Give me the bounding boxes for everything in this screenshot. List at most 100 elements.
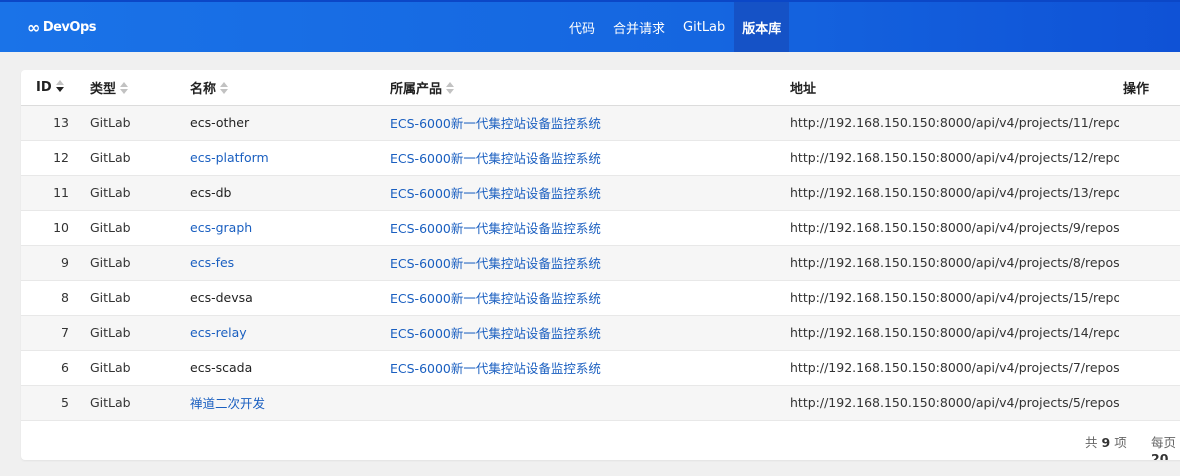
cell-name: ecs-graph [189, 210, 389, 246]
cell-name: ecs-scada [189, 350, 389, 386]
pagination-footer: 共 9 项 每页 20 [21, 420, 1180, 460]
product-link[interactable]: ECS-6000新一代集控站设备监控系统 [390, 361, 601, 376]
table-row: 10 GitLab ecs-graph ECS-6000新一代集控站设备监控系统 htt… [21, 210, 1180, 246]
cell-product: ECS-6000新一代集控站设备监控系统 [389, 140, 789, 176]
repository-name-link[interactable]: ecs-scada [190, 360, 252, 375]
cell-id: 8 [21, 280, 89, 316]
page-size-selector[interactable]: 每页 20 [1151, 432, 1180, 460]
cell-product: ECS-6000新一代集控站设备监控系统 [389, 245, 789, 281]
nav-item-merge-requests[interactable]: 合并请求 [604, 2, 674, 52]
repository-table: ID 类型 名称 所属产品 地址 操作 13 GitLab ecs-other ECS… [21, 70, 1180, 421]
cell-name: ecs-platform [189, 140, 389, 176]
cell-name: ecs-devsa [189, 280, 389, 316]
nav-item-gitlab[interactable]: GitLab [674, 2, 734, 52]
cell-name: ecs-other [189, 105, 389, 141]
cell-product: ECS-6000新一代集控站设备监控系统 [389, 280, 789, 316]
cell-type: GitLab [89, 385, 189, 421]
main-nav: 代码 合并请求 GitLab 版本库 [560, 2, 790, 52]
column-header-address: 地址 [789, 70, 1119, 106]
cell-type: GitLab [89, 245, 189, 281]
repository-name-link[interactable]: ecs-db [190, 185, 231, 200]
nav-item-repository[interactable]: 版本库 [734, 2, 790, 52]
repository-name-link[interactable]: 禅道二次开发 [190, 396, 265, 411]
cell-address: http://192.168.150.150:8000/api/v4/proje… [789, 140, 1119, 176]
brand-logo[interactable]: ∞ DevOps [27, 17, 97, 37]
table-row: 8 GitLab ecs-devsa ECS-6000新一代集控站设备监控系统 http… [21, 280, 1180, 316]
sort-icon [120, 82, 129, 95]
product-link[interactable]: ECS-6000新一代集控站设备监控系统 [390, 116, 601, 131]
cell-actions [1119, 140, 1180, 176]
product-link[interactable]: ECS-6000新一代集控站设备监控系统 [390, 291, 601, 306]
column-header-actions: 操作 [1119, 70, 1180, 106]
cell-type: GitLab [89, 140, 189, 176]
cell-actions [1119, 175, 1180, 211]
table-row: 6 GitLab ecs-scada ECS-6000新一代集控站设备监控系统 http… [21, 350, 1180, 386]
cell-id: 9 [21, 245, 89, 281]
cell-actions [1119, 280, 1180, 316]
cell-type: GitLab [89, 175, 189, 211]
product-link[interactable]: ECS-6000新一代集控站设备监控系统 [390, 151, 601, 166]
cell-address: http://192.168.150.150:8000/api/v4/proje… [789, 385, 1119, 421]
repository-name-link[interactable]: ecs-devsa [190, 290, 253, 305]
table-row: 7 GitLab ecs-relay ECS-6000新一代集控站设备监控系统 http… [21, 315, 1180, 351]
table-row: 13 GitLab ecs-other ECS-6000新一代集控站设备监控系统 htt… [21, 105, 1180, 141]
cell-product: ECS-6000新一代集控站设备监控系统 [389, 315, 789, 351]
cell-name: 禅道二次开发 [189, 385, 389, 421]
repository-name-link[interactable]: ecs-relay [190, 325, 247, 340]
table-row: 12 GitLab ecs-platform ECS-6000新一代集控站设备监控系统… [21, 140, 1180, 176]
cell-type: GitLab [89, 210, 189, 246]
product-link[interactable]: ECS-6000新一代集控站设备监控系统 [390, 256, 601, 271]
total-count: 共 9 项 [1085, 435, 1127, 450]
cell-id: 5 [21, 385, 89, 421]
sort-desc-icon [55, 80, 64, 93]
cell-actions [1119, 105, 1180, 141]
cell-product [389, 385, 789, 421]
cell-actions [1119, 245, 1180, 281]
column-header-name[interactable]: 名称 [189, 70, 389, 106]
product-link[interactable]: ECS-6000新一代集控站设备监控系统 [390, 326, 601, 341]
cell-type: GitLab [89, 280, 189, 316]
product-link[interactable]: ECS-6000新一代集控站设备监控系统 [390, 186, 601, 201]
table-header-row: ID 类型 名称 所属产品 地址 操作 [21, 70, 1180, 106]
cell-id: 6 [21, 350, 89, 386]
table-row: 11 GitLab ecs-db ECS-6000新一代集控站设备监控系统 http:/… [21, 175, 1180, 211]
cell-product: ECS-6000新一代集控站设备监控系统 [389, 210, 789, 246]
nav-item-code[interactable]: 代码 [560, 2, 604, 52]
cell-id: 13 [21, 105, 89, 141]
brand-name: DevOps [42, 19, 97, 35]
cell-type: GitLab [89, 105, 189, 141]
sort-icon [220, 82, 229, 95]
cell-type: GitLab [89, 315, 189, 351]
cell-address: http://192.168.150.150:8000/api/v4/proje… [789, 315, 1119, 351]
column-header-product[interactable]: 所属产品 [389, 70, 789, 106]
cell-name: ecs-db [189, 175, 389, 211]
cell-actions [1119, 350, 1180, 386]
table-body: 13 GitLab ecs-other ECS-6000新一代集控站设备监控系统 htt… [21, 105, 1180, 421]
table-row: 9 GitLab ecs-fes ECS-6000新一代集控站设备监控系统 http:/… [21, 245, 1180, 281]
cell-id: 11 [21, 175, 89, 211]
cell-address: http://192.168.150.150:8000/api/v4/proje… [789, 175, 1119, 211]
cell-type: GitLab [89, 350, 189, 386]
cell-id: 7 [21, 315, 89, 351]
cell-actions [1119, 385, 1180, 421]
cell-address: http://192.168.150.150:8000/api/v4/proje… [789, 350, 1119, 386]
product-link[interactable]: ECS-6000新一代集控站设备监控系统 [390, 221, 601, 236]
table-row: 5 GitLab 禅道二次开发 http://192.168.150.150:8000… [21, 385, 1180, 421]
top-navbar: ∞ DevOps 代码 合并请求 GitLab 版本库 [0, 0, 1180, 52]
cell-name: ecs-relay [189, 315, 389, 351]
cell-id: 10 [21, 210, 89, 246]
repository-name-link[interactable]: ecs-graph [190, 220, 252, 235]
cell-address: http://192.168.150.150:8000/api/v4/proje… [789, 105, 1119, 141]
repository-name-link[interactable]: ecs-fes [190, 255, 234, 270]
column-header-id[interactable]: ID [21, 70, 89, 106]
cell-actions [1119, 315, 1180, 351]
repository-name-link[interactable]: ecs-platform [190, 150, 269, 165]
repository-name-link[interactable]: ecs-other [190, 115, 249, 130]
cell-actions [1119, 210, 1180, 246]
cell-product: ECS-6000新一代集控站设备监控系统 [389, 175, 789, 211]
cell-address: http://192.168.150.150:8000/api/v4/proje… [789, 210, 1119, 246]
cell-address: http://192.168.150.150:8000/api/v4/proje… [789, 245, 1119, 281]
column-header-type[interactable]: 类型 [89, 70, 189, 106]
sort-icon [446, 82, 455, 95]
cell-name: ecs-fes [189, 245, 389, 281]
